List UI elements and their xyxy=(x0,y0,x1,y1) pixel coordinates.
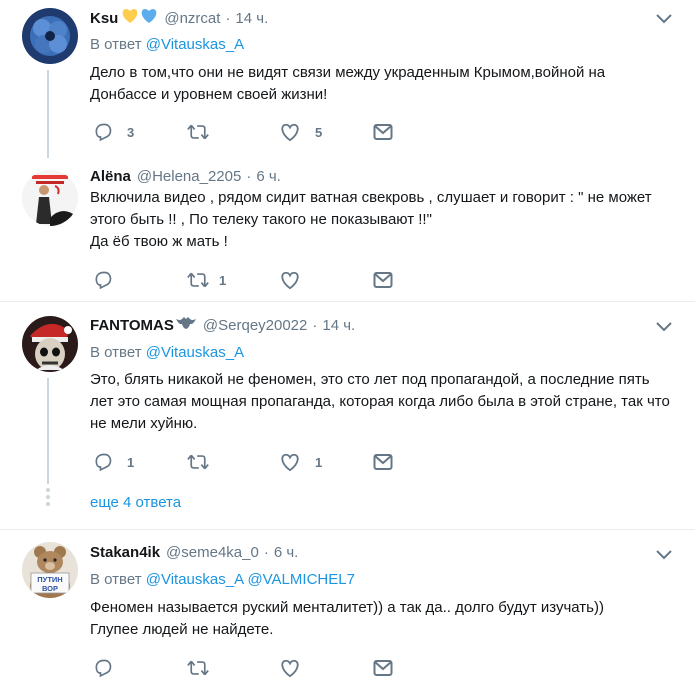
retweet-button[interactable] xyxy=(187,452,209,472)
tweet-text: Дело в том,что они не видят связи между … xyxy=(90,64,606,103)
thread-line xyxy=(47,378,49,484)
like-button[interactable] xyxy=(279,270,315,290)
tweet-actions xyxy=(90,658,410,678)
thread-dot xyxy=(46,488,50,492)
tweet-header: Ksu @nzrcat · 14 ч. xyxy=(90,8,268,28)
reply-count: 3 xyxy=(127,124,135,140)
tweet-actions: 1 1 xyxy=(90,452,410,472)
separator-dot: · xyxy=(225,9,231,27)
reply-icon xyxy=(95,659,112,678)
tweet-text: Это, блять никакой не феномен, это сто л… xyxy=(90,371,670,432)
tweet-header: FANTOMAS @Serqey20022 · 14 ч. xyxy=(90,316,355,334)
retweet-icon xyxy=(187,454,209,470)
like-button[interactable] xyxy=(279,658,301,678)
tweet-actions: 1 xyxy=(90,270,410,290)
reply-button[interactable]: 3 xyxy=(93,122,134,142)
thread-line xyxy=(47,70,49,158)
reply-prefix: В ответ xyxy=(90,571,146,588)
like-icon xyxy=(281,659,299,678)
retweet-icon xyxy=(187,124,209,140)
tweet[interactable]: Ksu @nzrcat · 14 ч. В ответ @Vitauskas_A… xyxy=(0,0,695,160)
message-icon xyxy=(373,272,393,288)
tweet-text: Включила видео , рядом сидит ватная свек… xyxy=(90,189,652,250)
reply-icon xyxy=(95,453,112,472)
reply-button[interactable] xyxy=(93,270,127,290)
avatar-sign-text: ПУТИН xyxy=(37,575,62,584)
reply-context: В ответ @Vitauskas_A @VALMICHEL7 xyxy=(90,571,355,588)
user-handle[interactable]: @Serqey20022 xyxy=(203,317,307,334)
avatar[interactable] xyxy=(22,316,78,372)
tweet-text: Феномен называется руский менталитет)) а… xyxy=(90,599,604,638)
direct-message-button[interactable] xyxy=(373,658,393,678)
like-icon xyxy=(281,123,299,142)
tweet[interactable]: Alёna @Helena_2205 · 6 ч. Включила видео… xyxy=(0,160,695,300)
retweet-icon xyxy=(187,660,209,676)
display-name[interactable]: FANTOMAS xyxy=(90,317,174,334)
reply-prefix: В ответ xyxy=(90,36,146,53)
reply-prefix: В ответ xyxy=(90,344,146,361)
reply-count: 1 xyxy=(127,454,135,470)
tweet[interactable]: ПУТИН ВОР Stakan4ik @seme4ka_0 · 6 ч. В … xyxy=(0,530,695,689)
tweet[interactable]: FANTOMAS @Serqey20022 · 14 ч. В ответ @V… xyxy=(0,302,695,528)
display-name[interactable]: Ksu xyxy=(90,10,118,27)
mention-link[interactable]: @Vitauskas_A xyxy=(146,344,244,361)
retweet-icon xyxy=(187,272,209,288)
display-name[interactable]: Alёna xyxy=(90,168,131,185)
like-button[interactable]: 1 xyxy=(279,452,322,472)
message-icon xyxy=(373,124,393,140)
like-count: 5 xyxy=(315,124,323,140)
mention-link[interactable]: @Vitauskas_A xyxy=(146,571,244,588)
mention-link[interactable]: @VALMICHEL7 xyxy=(247,571,354,588)
avatar[interactable]: ПУТИН ВОР xyxy=(22,542,78,598)
avatar[interactable] xyxy=(22,8,78,64)
retweet-count: 1 xyxy=(219,272,227,288)
separator-dot: · xyxy=(246,168,252,185)
avatar[interactable] xyxy=(22,170,78,226)
timestamp[interactable]: 6 ч. xyxy=(256,168,281,185)
bat-icon xyxy=(175,316,197,334)
timestamp[interactable]: 14 ч. xyxy=(322,317,355,334)
timestamp[interactable]: 14 ч. xyxy=(235,10,268,27)
show-more-replies-link[interactable]: еще 4 ответа xyxy=(90,494,181,511)
display-name[interactable]: Stakan4ik xyxy=(90,544,160,561)
reply-context: В ответ @Vitauskas_A xyxy=(90,36,244,53)
direct-message-button[interactable] xyxy=(373,122,393,142)
like-count: 1 xyxy=(315,454,323,470)
thread-dot xyxy=(46,495,50,499)
reply-button[interactable] xyxy=(93,658,113,678)
user-handle[interactable]: @Helena_2205 xyxy=(137,168,241,185)
like-icon xyxy=(281,453,299,472)
user-handle[interactable]: @seme4ka_0 xyxy=(166,544,259,561)
retweet-button[interactable] xyxy=(187,658,209,678)
separator-dot: · xyxy=(263,544,269,561)
direct-message-button[interactable] xyxy=(373,270,393,290)
message-icon xyxy=(373,454,393,470)
reply-icon xyxy=(95,123,112,142)
yellow-heart-icon xyxy=(121,8,139,28)
direct-message-button[interactable] xyxy=(373,452,393,472)
mention-link[interactable]: @Vitauskas_A xyxy=(146,36,244,53)
blue-heart-icon xyxy=(140,8,158,28)
like-button[interactable]: 5 xyxy=(279,122,322,142)
retweet-button[interactable] xyxy=(187,122,209,142)
tweet-header: Alёna @Helena_2205 · 6 ч. xyxy=(90,168,281,185)
tweet-actions: 3 5 xyxy=(90,122,410,142)
like-icon xyxy=(281,271,299,290)
reply-context: В ответ @Vitauskas_A xyxy=(90,344,244,361)
user-handle[interactable]: @nzrcat xyxy=(164,10,220,27)
chevron-down-icon[interactable] xyxy=(655,548,673,562)
chevron-down-icon[interactable] xyxy=(655,12,673,26)
thread-dot xyxy=(46,502,50,506)
message-icon xyxy=(373,660,393,676)
reply-button[interactable]: 1 xyxy=(93,452,134,472)
reply-icon xyxy=(95,271,112,290)
avatar-sign-text: ВОР xyxy=(42,584,58,593)
separator-dot: · xyxy=(312,316,318,334)
tweet-header: Stakan4ik @seme4ka_0 · 6 ч. xyxy=(90,544,298,561)
chevron-down-icon[interactable] xyxy=(655,320,673,334)
timestamp[interactable]: 6 ч. xyxy=(274,544,299,561)
retweet-button[interactable]: 1 xyxy=(187,270,226,290)
